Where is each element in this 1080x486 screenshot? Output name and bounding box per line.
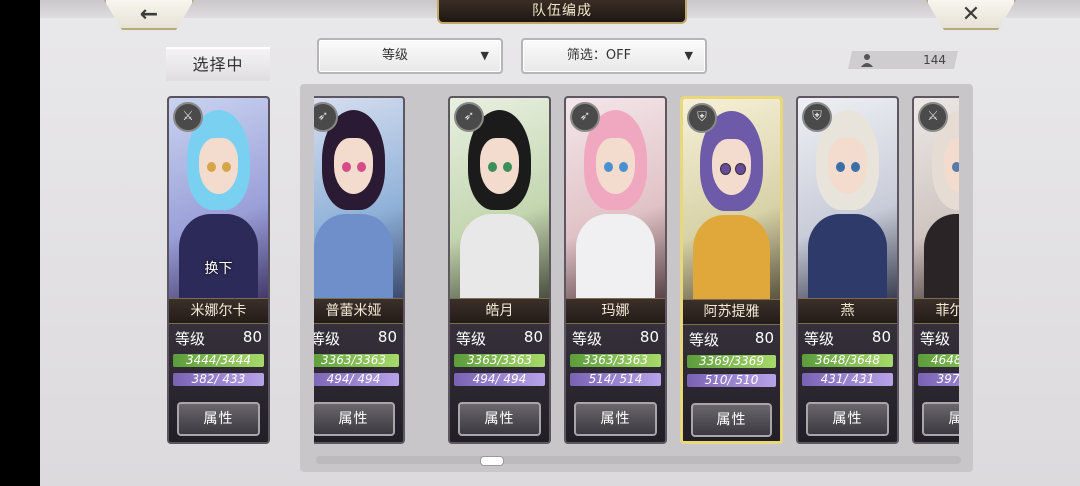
- hp-bar: 3363/3363: [314, 354, 399, 367]
- bow-icon: ➶: [570, 102, 600, 132]
- swap-out-label[interactable]: 换下: [169, 258, 268, 278]
- level-value: 80: [242, 328, 262, 346]
- character-name: 皓月: [450, 298, 549, 324]
- mp-bar: 382/ 433: [173, 373, 264, 386]
- hp-bar: 3648/3648: [802, 354, 893, 367]
- attributes-button[interactable]: 属性: [691, 403, 772, 437]
- hp-bar: 4648/4648: [918, 354, 959, 367]
- close-icon: ✕: [961, 1, 981, 27]
- hp-bar: 3444/3444: [173, 354, 264, 367]
- back-button[interactable]: ←: [104, 0, 194, 30]
- level-value: 80: [871, 328, 891, 346]
- character-card-active[interactable]: ⛨ 阿苏提雅 等级 80 3369/3369 510/ 510 属性: [680, 96, 783, 444]
- level-label: 等级: [689, 331, 720, 349]
- attributes-button[interactable]: 属性: [458, 402, 541, 436]
- level-label: 等级: [572, 330, 603, 348]
- person-icon: [861, 54, 873, 67]
- character-stats: 等级 80 3363/3363 494/ 494 属性: [450, 324, 549, 442]
- level-value: 80: [523, 328, 543, 346]
- character-name: 菲尔米娜: [914, 298, 959, 324]
- selected-character-card[interactable]: 换下 ⚔ 米娜尔卡 等级 80 3444/3444 382/ 433 属性: [167, 96, 270, 444]
- mp-bar: 494/ 494: [314, 373, 399, 386]
- attributes-button[interactable]: 属性: [314, 402, 395, 436]
- sort-dropdown-value: 等级: [381, 48, 408, 63]
- page-title: 队伍编成: [437, 0, 687, 24]
- roster-count: 144: [923, 53, 946, 67]
- character-card[interactable]: ⚔ 菲尔米娜 等级 80 4648/4648 397/ 397 属性: [912, 96, 959, 444]
- chevron-down-icon: ▼: [684, 49, 693, 62]
- character-stats: 等级 80 3444/3444 382/ 433 属性: [169, 324, 268, 442]
- character-name: 燕: [798, 298, 897, 324]
- level-value: 80: [377, 328, 397, 346]
- selecting-label: 选择中: [166, 47, 270, 81]
- team-formation-screen: ← 队伍编成 ✕ 选择中 等级 ▼ 筛选：OFF ▼ 144 换下 ⚔ 米娜尔卡…: [40, 0, 1080, 486]
- level-value: 80: [639, 328, 659, 346]
- character-card[interactable]: ➶ 普蕾米娅 等级 80 3363/3363 494/ 494 属性: [314, 96, 405, 444]
- level-label: 等级: [314, 330, 341, 348]
- character-card[interactable]: ➶ 玛娜 等级 80 3363/3363 514/ 514 属性: [564, 96, 667, 444]
- level-value: 80: [754, 329, 774, 347]
- character-stats: 等级 80 3648/3648 431/ 431 属性: [798, 324, 897, 442]
- character-name: 普蕾米娅: [314, 298, 403, 324]
- chevron-down-icon: ▼: [480, 49, 489, 62]
- mp-bar: 397/ 397: [918, 373, 959, 386]
- character-stats: 等级 80 3363/3363 494/ 494 属性: [314, 324, 403, 442]
- character-name: 玛娜: [566, 298, 665, 324]
- character-card[interactable]: ➶ 皓月 等级 80 3363/3363 494/ 494 属性: [448, 96, 551, 444]
- hp-bar: 3363/3363: [454, 354, 545, 367]
- character-name: 米娜尔卡: [169, 298, 268, 324]
- shield-icon: ⛨: [802, 102, 832, 132]
- hp-bar: 3363/3363: [570, 354, 661, 367]
- close-button[interactable]: ✕: [926, 0, 1016, 30]
- attributes-button[interactable]: 属性: [922, 402, 959, 436]
- mp-bar: 431/ 431: [802, 373, 893, 386]
- sword-icon: ⚔: [173, 102, 203, 132]
- horizontal-scrollbar[interactable]: [316, 456, 961, 464]
- level-label: 等级: [804, 330, 835, 348]
- level-label: 等级: [175, 330, 206, 348]
- level-label: 等级: [456, 330, 487, 348]
- shield-icon: ⛨: [687, 103, 717, 133]
- level-label: 等级: [920, 330, 951, 348]
- attributes-button[interactable]: 属性: [574, 402, 657, 436]
- sword-icon: ⚔: [918, 102, 948, 132]
- back-arrow-icon: ←: [139, 1, 159, 27]
- scrollbar-thumb[interactable]: [480, 456, 504, 466]
- roster-count-badge: 144: [848, 51, 958, 69]
- character-name: 阿苏提雅: [683, 299, 780, 325]
- mp-bar: 510/ 510: [687, 374, 776, 387]
- bow-icon: ➶: [454, 102, 484, 132]
- sort-dropdown[interactable]: 等级 ▼: [317, 38, 503, 74]
- character-stats: 等级 80 4648/4648 397/ 397 属性: [914, 324, 959, 442]
- character-card[interactable]: ⛨ 燕 等级 80 3648/3648 431/ 431 属性: [796, 96, 899, 444]
- character-list[interactable]: ➶ 普蕾米娅 等级 80 3363/3363 494/ 494 属性 ➶: [314, 92, 959, 452]
- filter-dropdown-value: 筛选：OFF: [566, 48, 632, 63]
- character-stats: 等级 80 3363/3363 514/ 514 属性: [566, 324, 665, 442]
- attributes-button[interactable]: 属性: [806, 402, 889, 436]
- hp-bar: 3369/3369: [687, 355, 776, 368]
- mp-bar: 494/ 494: [454, 373, 545, 386]
- attributes-button[interactable]: 属性: [177, 402, 260, 436]
- character-stats: 等级 80 3369/3369 510/ 510 属性: [683, 325, 780, 441]
- mp-bar: 514/ 514: [570, 373, 661, 386]
- filter-dropdown[interactable]: 筛选：OFF ▼: [521, 38, 707, 74]
